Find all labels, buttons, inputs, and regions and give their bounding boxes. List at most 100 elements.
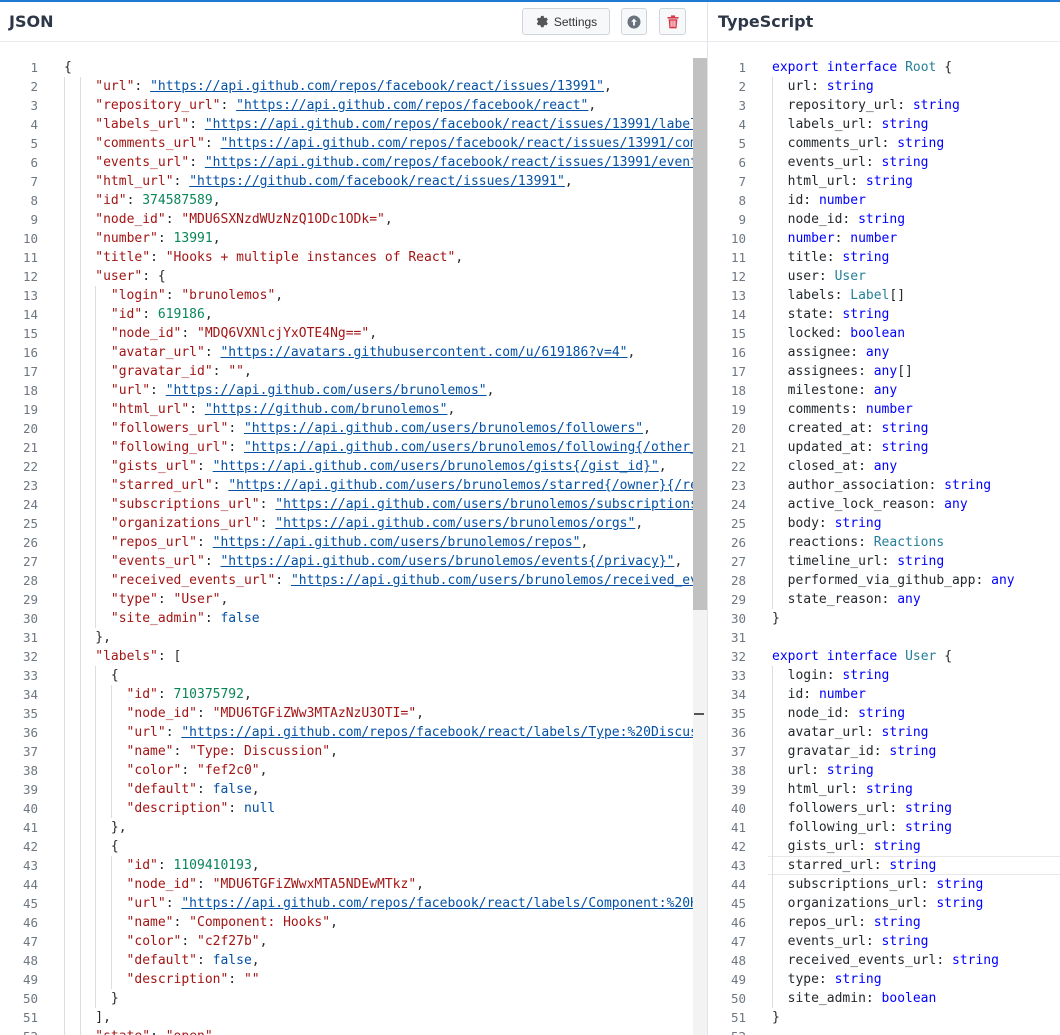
code-line: 34 id: number — [708, 685, 1060, 704]
indent-guide — [772, 172, 773, 191]
code-token: export interface — [772, 60, 906, 75]
code-token: , — [627, 345, 636, 360]
code-line: 19 comments: number — [708, 400, 1060, 419]
code-token: { — [936, 649, 953, 664]
code-token: [] — [897, 364, 913, 379]
indent-guide — [95, 894, 97, 913]
line-number: 49 — [22, 972, 38, 987]
code-token: "starred_url" — [110, 478, 213, 493]
code-token[interactable]: "https://api.github.com/repos/facebook/r… — [181, 896, 707, 911]
code-token[interactable]: "https://api.github.com/repos/facebook/r… — [205, 155, 707, 170]
code-line: 25 "organizations_url": "https://api.gith… — [0, 514, 707, 533]
code-token: "MDU6TGFiZWwxMTA5NDEwMTkz" — [212, 877, 417, 892]
line-number: 10 — [22, 231, 38, 246]
code-text: } — [772, 609, 780, 628]
indent-guide — [64, 685, 65, 704]
indent-guide — [772, 153, 773, 172]
indent-guide — [64, 818, 65, 837]
indent-guide — [79, 590, 81, 609]
indent-guide — [64, 400, 65, 419]
code-token[interactable]: "https://api.github.com/repos/facebook/r… — [150, 79, 604, 94]
indent-guide — [95, 704, 97, 723]
code-token: , — [212, 193, 221, 208]
code-token[interactable]: "https://api.github.com/users/brunolemos… — [275, 516, 635, 531]
code-token[interactable]: "https://avatars.githubusercontent.com/u… — [220, 345, 627, 360]
code-token: string — [897, 136, 945, 151]
line-number: 16 — [730, 345, 746, 360]
code-token[interactable]: "https://github.com/facebook/react/issue… — [189, 174, 565, 189]
code-token[interactable]: "https://api.github.com/repos/facebook/r… — [205, 117, 707, 132]
indent-guide — [772, 571, 773, 590]
line-number: 13 — [22, 288, 38, 303]
indent-guide — [110, 723, 112, 742]
code-line: 39 "default": false, — [0, 780, 707, 799]
indent-guide — [772, 685, 773, 704]
upload-button[interactable] — [621, 8, 647, 35]
typescript-editor[interactable]: 1 export interface Root {2 url: string 3 rep… — [708, 58, 1060, 1035]
indent-guide — [95, 343, 97, 362]
code-token[interactable]: "https://api.github.com/users/brunolemos… — [166, 383, 487, 398]
line-number: 36 — [730, 725, 746, 740]
code-token[interactable]: "https://api.github.com/repos/facebook/r… — [181, 725, 707, 740]
code-token: "avatar_url" — [110, 345, 205, 360]
indent-guide — [110, 875, 112, 894]
code-token[interactable]: "https://api.github.com/users/brunolemos… — [213, 535, 581, 550]
code-token: { — [64, 60, 72, 75]
code-text: html_url: string — [788, 780, 913, 799]
json-scrollbar-thumb[interactable] — [693, 58, 707, 610]
code-text: "id": 1109410193, — [127, 856, 260, 875]
line-number: 22 — [730, 459, 746, 474]
code-token[interactable]: "https://api.github.com/users/brunolemos… — [213, 459, 659, 474]
code-text: "repos_url": "https://api.github.com/use… — [111, 533, 588, 552]
indent-guide — [64, 761, 65, 780]
code-line: 8 id: number — [708, 191, 1060, 210]
code-line: 50} — [0, 989, 707, 1008]
code-token: boolean — [881, 991, 937, 1006]
line-number: 32 — [22, 649, 38, 664]
code-line: 18 "url": "https://api.github.com/users/b… — [0, 381, 707, 400]
line-number: 48 — [22, 953, 38, 968]
code-token[interactable]: "https://api.github.com/users/brunolemos… — [275, 497, 705, 512]
code-text: "organizations_url": "https://api.github… — [111, 514, 643, 533]
indent-guide — [79, 267, 81, 286]
indent-guide — [772, 875, 773, 894]
indent-guide — [95, 818, 97, 837]
code-token[interactable]: "https://api.github.com/repos/facebook/r… — [221, 136, 708, 151]
code-token[interactable]: "https://api.github.com/repos/facebook/r… — [236, 98, 588, 113]
indent-guide — [95, 951, 97, 970]
code-token[interactable]: "https://api.github.com/users/brunolemos… — [228, 478, 707, 493]
indent-guide — [79, 96, 81, 115]
code-line: 33 { — [0, 666, 707, 685]
code-token: "number" — [95, 231, 158, 246]
code-token: : — [189, 117, 205, 132]
code-token[interactable]: "https://api.github.com/users/brunolemos… — [244, 421, 643, 436]
code-token[interactable]: "https://api.github.com/users/brunolemos… — [291, 573, 707, 588]
indent-guide — [79, 229, 81, 248]
line-number: 23 — [22, 478, 38, 493]
code-token: , — [251, 782, 260, 797]
code-token: , — [416, 706, 424, 721]
code-token[interactable]: "https://api.github.com/users/brunolemos… — [220, 554, 674, 569]
indent-guide — [95, 552, 97, 571]
code-text: author_association: string — [788, 476, 992, 495]
code-text: "node_id": "MDQ6VXNlcjYxOTE4Ng==", — [111, 324, 377, 343]
indent-guide — [64, 932, 65, 951]
code-token[interactable]: "https://api.github.com/users/brunolemos… — [244, 440, 707, 455]
settings-button[interactable]: Settings — [522, 8, 610, 35]
code-line: 7 "html_url": "https://github.com/faceboo… — [0, 172, 707, 191]
line-number: 34 — [730, 687, 746, 702]
code-text: locked: boolean — [788, 324, 905, 343]
code-token: title: — [787, 250, 843, 265]
json-pane: JSON Settings 1{2 "url": "https://api.git… — [0, 2, 707, 1035]
code-token: html_url: — [787, 782, 866, 797]
indent-guide — [79, 514, 81, 533]
delete-button[interactable] — [659, 8, 686, 35]
json-editor[interactable]: 1{2 "url": "https://api.github.com/repos/… — [0, 58, 707, 1035]
code-token: } — [772, 1010, 780, 1025]
code-token: : — [212, 364, 229, 379]
code-token[interactable]: "https://github.com/brunolemos" — [205, 402, 448, 417]
line-number: 41 — [730, 820, 746, 835]
indent-guide — [95, 837, 97, 856]
line-number: 47 — [22, 934, 38, 949]
indent-guide — [79, 343, 81, 362]
